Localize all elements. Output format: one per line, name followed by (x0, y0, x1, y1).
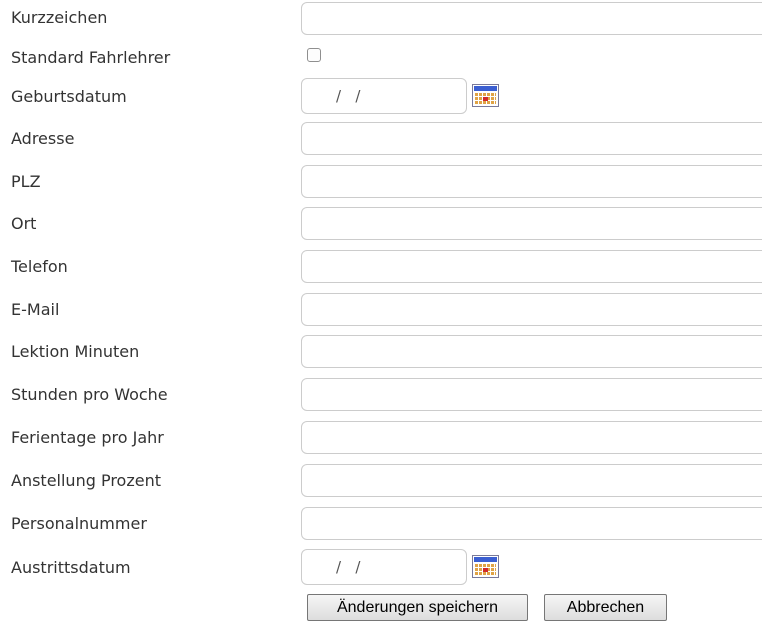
austrittsdatum-label: Austrittsdatum (11, 558, 131, 577)
lektion-minuten-label: Lektion Minuten (11, 342, 140, 361)
ort-label: Ort (11, 214, 37, 233)
email-label: E-Mail (11, 300, 60, 319)
plz-input[interactable] (301, 165, 762, 198)
ferientage-pro-jahr-input[interactable] (301, 421, 762, 454)
kurzzeichen-input[interactable] (301, 2, 762, 35)
calendar-icon[interactable] (472, 555, 499, 578)
calendar-icon[interactable] (472, 84, 499, 107)
ort-input[interactable] (301, 207, 762, 240)
standard-fahrlehrer-label: Standard Fahrlehrer (11, 48, 171, 67)
personalnummer-input[interactable] (301, 507, 762, 540)
standard-fahrlehrer-checkbox[interactable] (307, 48, 321, 62)
cancel-button[interactable]: Abbrechen (544, 594, 667, 621)
austrittsdatum-date-input[interactable]: / / (301, 549, 467, 585)
personalnummer-label: Personalnummer (11, 514, 147, 533)
geburtsdatum-label: Geburtsdatum (11, 87, 127, 106)
lektion-minuten-input[interactable] (301, 335, 762, 368)
anstellung-prozent-input[interactable] (301, 464, 762, 497)
stunden-pro-woche-label: Stunden pro Woche (11, 385, 168, 404)
telefon-input[interactable] (301, 250, 762, 283)
anstellung-prozent-label: Anstellung Prozent (11, 471, 161, 490)
save-changes-button[interactable]: Änderungen speichern (307, 594, 528, 621)
ferientage-pro-jahr-label: Ferientage pro Jahr (11, 428, 164, 447)
plz-label: PLZ (11, 172, 41, 191)
telefon-label: Telefon (11, 257, 68, 276)
email-input[interactable] (301, 293, 762, 326)
geburtsdatum-date-input[interactable]: / / (301, 78, 467, 114)
kurzzeichen-label: Kurzzeichen (11, 8, 108, 27)
stunden-pro-woche-input[interactable] (301, 378, 762, 411)
adresse-input[interactable] (301, 122, 762, 155)
adresse-label: Adresse (11, 129, 75, 148)
